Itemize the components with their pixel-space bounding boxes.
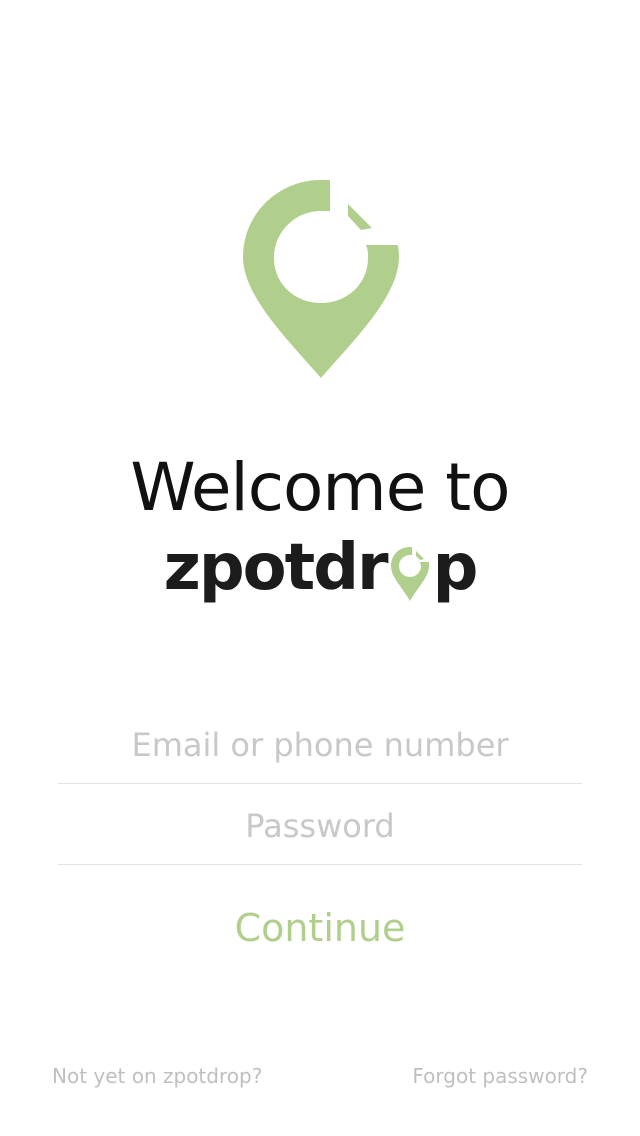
- email-field-divider: [58, 783, 582, 784]
- wordmark-suffix: p: [432, 531, 479, 605]
- signup-link[interactable]: Not yet on zpotdrop?: [52, 1064, 262, 1088]
- continue-button[interactable]: Continue: [170, 890, 470, 966]
- forgot-password-link[interactable]: Forgot password?: [412, 1064, 588, 1088]
- password-field[interactable]: [58, 786, 582, 866]
- wordmark-prefix: zpotdr: [163, 531, 389, 605]
- email-field[interactable]: [58, 705, 582, 785]
- welcome-heading: Welcome to: [130, 449, 510, 526]
- wordmark-pin-icon: [390, 547, 429, 601]
- zpotdrop-wordmark: zpotdr p: [0, 528, 640, 608]
- password-field-divider: [58, 864, 582, 865]
- map-pin-icon: [243, 180, 399, 378]
